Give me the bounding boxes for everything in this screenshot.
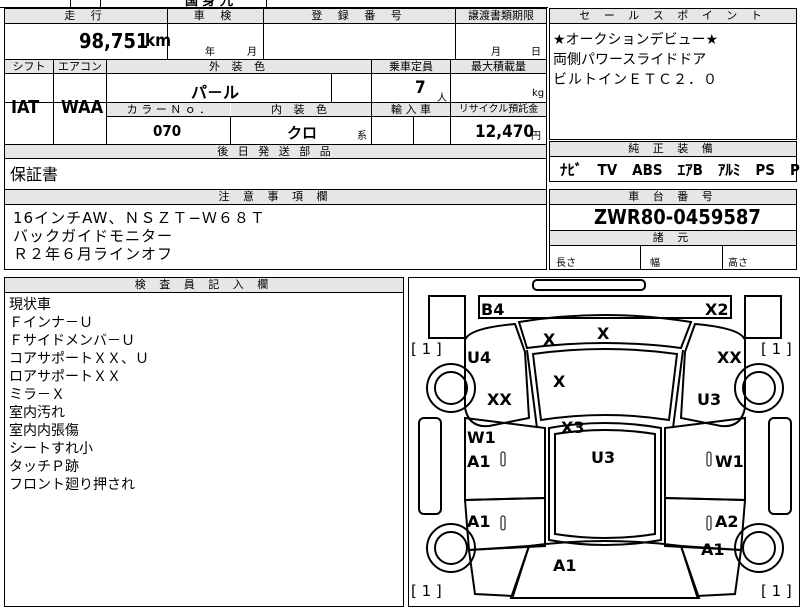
capacity-unit: 人 bbox=[437, 93, 447, 104]
interior-color-header: 内 装 色 bbox=[231, 103, 371, 116]
sales-point-line: 両側パワースライドドア bbox=[553, 52, 707, 68]
damage-code-front-fender-right: XX bbox=[717, 348, 742, 367]
inspector-line: ロアサポートＸＸ bbox=[9, 369, 121, 385]
chassis-header: 車 台 番 号 bbox=[550, 190, 796, 205]
color-no-value: 070 bbox=[153, 122, 182, 140]
capacity-header: 乗車定員 bbox=[372, 60, 450, 73]
mileage-value: 98,751 bbox=[79, 29, 149, 53]
length-label: 長さ bbox=[556, 258, 576, 269]
note-line: Ｒ２年６月ラインオフ bbox=[13, 245, 174, 263]
inspector-line: ミラ－Ｘ bbox=[9, 387, 65, 403]
tire-mark-front-right: [ 1 ] bbox=[761, 340, 792, 358]
recycle-value: 12,470 bbox=[475, 122, 535, 142]
shift-value: IAT bbox=[11, 97, 40, 118]
notes-panel: 注 意 事 項 欄 16インチAW、ＮＳＺＴ−Ｗ６８Ｔ バックガイドモニター Ｒ… bbox=[4, 189, 547, 270]
damage-code-right-rear-quarter: A1 bbox=[701, 540, 725, 559]
dimensions-header: 諸 元 bbox=[550, 231, 796, 246]
mileage-header: 走 行 bbox=[5, 9, 167, 23]
inspector-header: 検 査 員 記 入 欄 bbox=[5, 278, 403, 293]
max-load-header: 最大積載量 bbox=[451, 60, 546, 73]
tire-mark-rear-right: [ 1 ] bbox=[761, 582, 792, 600]
tire-mark-front-left: [ 1 ] bbox=[411, 340, 442, 358]
damage-code-front-fender-left: U4 bbox=[467, 348, 492, 367]
inspector-line: 室内内張傷 bbox=[9, 423, 79, 439]
shift-header: シフト bbox=[5, 60, 53, 73]
transfer-month-unit: 月 bbox=[491, 47, 501, 58]
top-strip: 国 身 九 bbox=[0, 0, 548, 9]
mileage-unit: km bbox=[145, 31, 172, 51]
damage-code-right-rear-door: A2 bbox=[715, 512, 739, 531]
inspector-line: 現状車 bbox=[9, 297, 51, 313]
damage-code-left-front-door-upper: W1 bbox=[467, 428, 496, 447]
inspection-month-unit: 月 bbox=[247, 47, 257, 58]
inspector-line: フロント廻り押され bbox=[9, 477, 135, 493]
inspector-panel: 検 査 員 記 入 欄 現状車 Ｆインナ－Ｕ Ｆサイドメンバ－Ｕ コアサポートＸ… bbox=[4, 277, 404, 607]
damage-code-front-wheel-right: U3 bbox=[697, 390, 722, 409]
width-label: 幅 bbox=[650, 258, 660, 269]
aircon-value: WAA bbox=[61, 97, 104, 118]
inspector-line: コアサポートＸＸ、Ｕ bbox=[9, 351, 149, 367]
sales-point-line: ★オークションデビュー★ bbox=[553, 32, 719, 48]
interior-color-value: クロ bbox=[287, 124, 318, 142]
transfer-day-unit: 日 bbox=[531, 47, 541, 58]
inspector-line: 室内汚れ bbox=[9, 405, 65, 421]
sales-point-line: ビルトインＥＴＣ２．０ bbox=[553, 72, 718, 88]
standard-equipment-items: ﾅﾋﾞ TV ABS ｴｱB ｱﾙﾐ PS PW bbox=[560, 161, 800, 179]
damage-code-rear: A1 bbox=[553, 556, 577, 575]
later-parts-header: 後 日 発 送 部 品 bbox=[5, 145, 546, 158]
standard-equipment-header: 純 正 装 備 bbox=[550, 142, 796, 157]
vehicle-info-panel: 走 行 車 検 登 録 番 号 譲渡書類期限 98,751 km 年 月 月 日… bbox=[4, 8, 547, 190]
notes-header: 注 意 事 項 欄 bbox=[5, 190, 546, 205]
damage-code-hood-center: X bbox=[597, 324, 610, 343]
chassis-number: ZWR80-0459587 bbox=[594, 205, 761, 229]
damage-code-left-rear-door: A1 bbox=[467, 512, 491, 531]
standard-equipment-panel: 純 正 装 備 ﾅﾋﾞ TV ABS ｴｱB ｱﾙﾐ PS PW bbox=[549, 141, 800, 182]
damage-code-front-wheel-left: XX bbox=[487, 390, 512, 409]
capacity-value: 7 bbox=[415, 78, 426, 98]
damage-code-roof: U3 bbox=[591, 448, 616, 467]
inspector-line: タッチＰ跡 bbox=[9, 459, 79, 475]
note-line: 16インチAW、ＮＳＺＴ−Ｗ６８Ｔ bbox=[13, 209, 266, 227]
height-label: 高さ bbox=[728, 258, 748, 269]
import-header: 輸 入 車 bbox=[372, 103, 450, 116]
recycle-unit: 円 bbox=[531, 131, 541, 142]
inspection-header: 車 検 bbox=[168, 9, 263, 23]
damage-code-left-front-door-lower: A1 bbox=[467, 452, 491, 471]
recycle-header: リサイクル預託金 bbox=[451, 103, 546, 116]
damage-diagram: [ 1 ] [ 1 ] [ 1 ] [ 1 ] B4 X2 X X U4 XX … bbox=[408, 277, 800, 607]
registration-header: 登 録 番 号 bbox=[264, 9, 455, 23]
damage-code-hood-left: X bbox=[543, 330, 556, 349]
note-line: バックガイドモニター bbox=[13, 227, 174, 245]
color-no-header: カ ラ ー Ｎ ｏ ． bbox=[107, 103, 230, 116]
max-load-unit: kg bbox=[532, 88, 545, 99]
aircon-header: エアコン bbox=[54, 60, 106, 73]
inspector-line: Ｆインナ－Ｕ bbox=[9, 315, 93, 331]
damage-code-front-bumper-right: X2 bbox=[705, 300, 729, 319]
inspector-line: Ｆサイドメンバ－Ｕ bbox=[9, 333, 135, 349]
interior-color-unit: 系 bbox=[357, 131, 367, 142]
damage-code-right-front-door: W1 bbox=[715, 452, 744, 471]
exterior-color-value: パ－ル bbox=[191, 83, 240, 102]
chassis-panel: 車 台 番 号 ZWR80-0459587 諸 元 長さ 幅 高さ bbox=[549, 189, 797, 270]
exterior-color-header: 外 装 色 bbox=[107, 60, 371, 73]
sales-points-header: セ ー ル ス ポ イ ン ト bbox=[550, 9, 796, 24]
inspection-year-unit: 年 bbox=[205, 47, 215, 58]
sales-points-panel: セ ー ル ス ポ イ ン ト ★オークションデビュー★ 両側パワースライドドア… bbox=[549, 8, 797, 140]
tire-mark-rear-left: [ 1 ] bbox=[411, 582, 442, 600]
later-parts-value: 保証書 bbox=[10, 165, 59, 184]
damage-code-windshield: X bbox=[553, 372, 566, 391]
inspector-line: シートすれ小 bbox=[9, 441, 93, 457]
damage-code-front-bumper-left: B4 bbox=[481, 300, 505, 319]
damage-code-roof-front: X3 bbox=[561, 418, 585, 437]
transfer-deadline-header: 譲渡書類期限 bbox=[456, 9, 546, 23]
